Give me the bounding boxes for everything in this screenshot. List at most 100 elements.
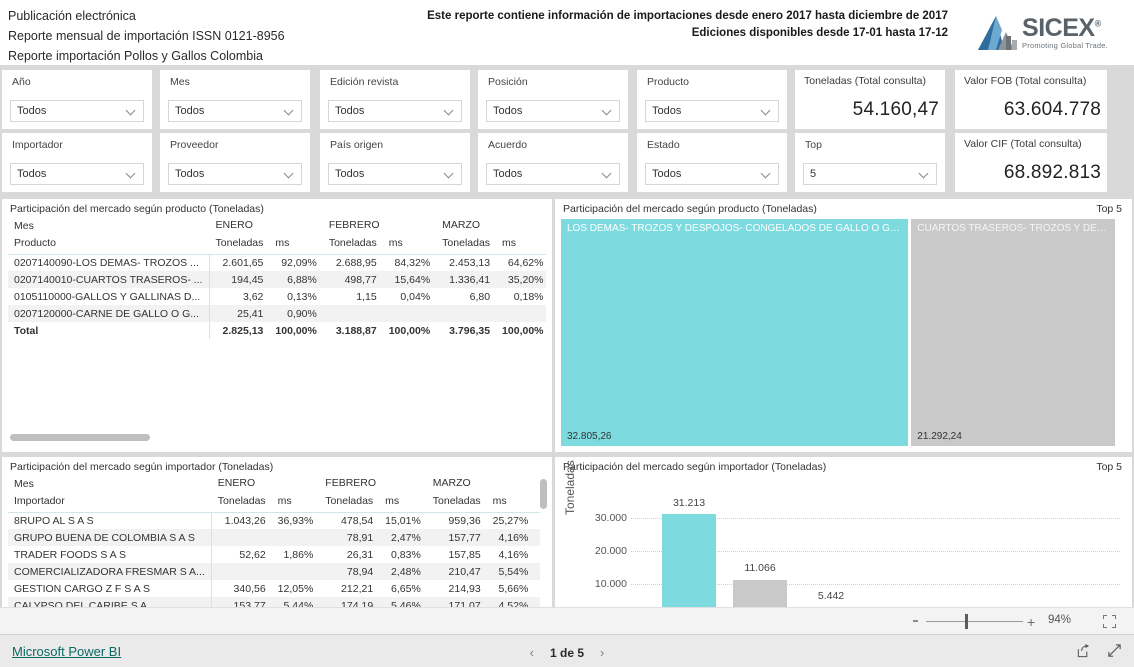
importer-name: TRADER FOODS S A S [8, 546, 212, 563]
product-name: 0207140010-CUARTOS TRASEROS- ... [8, 271, 210, 288]
fullscreen-icon[interactable] [1107, 643, 1122, 658]
importer-matrix-title: Participación del mercado según importad… [10, 461, 274, 473]
filter-dropdown-pais-origen[interactable]: Todos [328, 163, 462, 185]
treemap-node-label: LOS DEMAS- TROZOS Y DESPOJOS- CONGELADOS… [567, 223, 903, 234]
table-row[interactable]: GESTION CARGO Z F S A S 340,56 12,05% 21… [8, 580, 540, 597]
cell-value: 35,20% [496, 271, 546, 288]
product-name: 0207120000-CARNE DE GALLO O G... [8, 305, 210, 322]
share-icon[interactable] [1076, 643, 1091, 658]
treemap-node-los-demas[interactable]: LOS DEMAS- TROZOS Y DESPOJOS- CONGELADOS… [561, 219, 909, 446]
kpi-value-valor-cif: 68.892.813 [1003, 162, 1101, 183]
filter-tile-importador: Importador Todos [2, 133, 152, 192]
importer-name: GRUPO BUENA DE COLOMBIA S A S [8, 529, 212, 546]
table-row[interactable]: 0207120000-CARNE DE GALLO O G... 25,41 0… [8, 305, 546, 322]
importer-chart-top-label: Top 5 [1096, 461, 1122, 473]
col-ms-febrero: ms [388, 236, 403, 249]
cell-value: 1.043,26 [224, 514, 266, 527]
cell-value: 686,7 [534, 512, 540, 529]
col-toneladas-enero: Toneladas [217, 494, 266, 507]
zoom-in-button[interactable]: + [1027, 615, 1035, 629]
row-header-importador: Importador [14, 494, 65, 507]
cell-value: 473,3 [534, 529, 540, 546]
fit-to-page-icon[interactable] [1103, 615, 1116, 628]
cell-value: 25,41 [209, 305, 270, 322]
page-navigation: ‹ 1 de 5 › [0, 645, 1134, 660]
zoom-slider-thumb[interactable] [965, 614, 968, 629]
importer-name: 8RUPO AL S A S [8, 512, 212, 529]
filter-dropdown-posicion[interactable]: Todos [486, 100, 620, 122]
cell-value [382, 305, 437, 322]
filter-dropdown-producto[interactable]: Todos [645, 100, 779, 122]
product-matrix-table-area[interactable]: Mes ENERO FEBRERO MARZO ABRIL Producto T… [8, 217, 546, 339]
table-header-row-measures: Producto Toneladas ms Toneladas ms Tonel… [8, 234, 546, 251]
table-total-row: Total 2.825,13 100,00% 3.188,87 100,00% … [8, 322, 546, 339]
cell-value: 194,45 [209, 271, 270, 288]
product-matrix-title: Participación del mercado según producto… [10, 203, 264, 215]
zoom-out-button[interactable] [913, 620, 918, 622]
table-row[interactable]: 8RUPO AL S A S 1.043,26 36,93% 478,54 15… [8, 512, 540, 529]
filter-value-acuerdo: Todos [493, 168, 523, 180]
filter-dropdown-estado[interactable]: Todos [645, 163, 779, 185]
treemap-node-value: 21.292,24 [917, 431, 962, 442]
cell-value: 214,93 [448, 582, 481, 595]
filter-tile-acuerdo: Acuerdo Todos [478, 133, 628, 192]
filter-tile-edicion-revista: Edición revista Todos [320, 70, 470, 129]
cell-value [271, 563, 320, 580]
cell-value: 25,27% [492, 514, 529, 527]
cell-value: 157,85 [448, 548, 481, 561]
cell-value: 51,3 [534, 580, 540, 597]
cell-value: 12,05% [277, 582, 314, 595]
importer-matrix-vertical-scrollbar[interactable] [540, 479, 547, 509]
filter-tile-estado: Estado Todos [637, 133, 787, 192]
kpi-tile-valor-fob: Valor FOB (Total consulta) 63.604.778 [955, 70, 1107, 129]
table-row[interactable]: 0105110000-GALLOS Y GALLINAS D... 3,62 0… [8, 288, 546, 305]
cell-value: 155,5 [534, 546, 540, 563]
importer-chart-panel: Participación del mercado según importad… [555, 457, 1132, 609]
filter-value-pais-origen: Todos [335, 168, 365, 180]
sicex-tagline: Promoting Global Trade. [1022, 40, 1108, 50]
cell-value: 340,56 [233, 582, 266, 595]
filter-dropdown-mes[interactable]: Todos [168, 100, 302, 122]
table-row[interactable]: GRUPO BUENA DE COLOMBIA S A S 78,91 2,47… [8, 529, 540, 546]
cell-value: 92,09% [281, 256, 317, 269]
table-row[interactable]: COMERCIALIZADORA FRESMAR S A... 78,94 2,… [8, 563, 540, 580]
row-header-producto: Producto [14, 236, 57, 249]
cell-value: 5,66% [498, 582, 529, 595]
cell-value: 4,16% [498, 548, 529, 561]
filter-dropdown-edicion-revista[interactable]: Todos [328, 100, 462, 122]
total-value: 3.796,35 [449, 324, 491, 337]
filter-value-posicion: Todos [493, 105, 523, 117]
cell-value: 15,64% [382, 271, 437, 288]
filter-tile-top: Top 5 [795, 133, 945, 192]
bar-rupo-al[interactable] [662, 514, 716, 609]
cell-value: 2.688,95 [335, 256, 377, 269]
previous-page-button[interactable]: ‹ [530, 645, 534, 660]
sicex-wordmark: SICEX® [1022, 13, 1101, 42]
table-row[interactable]: TRADER FOODS S A S 52,62 1,86% 26,31 0,8… [8, 546, 540, 563]
table-row[interactable]: 0207140090-LOS DEMAS- TROZOS ... 2.601,6… [8, 254, 546, 271]
kpi-tile-toneladas: Toneladas (Total consulta) 54.160,47 [795, 70, 945, 129]
report-footer: Microsoft Power BI ‹ 1 de 5 › [0, 634, 1134, 667]
importer-matrix-table-area[interactable]: Mes ENERO FEBRERO MARZO ABRIL Importador… [8, 475, 540, 609]
next-page-button[interactable]: › [600, 645, 604, 660]
filter-dropdown-acuerdo[interactable]: Todos [486, 163, 620, 185]
cell-value [271, 529, 320, 546]
filter-tile-posicion: Posición Todos [478, 70, 628, 129]
filter-dropdown-importador[interactable]: Todos [10, 163, 144, 185]
filter-dropdown-top[interactable]: 5 [803, 163, 937, 185]
table-row[interactable]: 0207140010-CUARTOS TRASEROS- ... 194,45 … [8, 271, 546, 288]
bar-grupo-buena[interactable] [733, 580, 787, 609]
chevron-down-icon [920, 169, 930, 179]
product-matrix-horizontal-scrollbar[interactable] [10, 434, 150, 441]
filter-dropdown-proveedor[interactable]: Todos [168, 163, 302, 185]
cell-value: 478,54 [341, 514, 374, 527]
chevron-down-icon [285, 106, 295, 116]
zoom-slider-track[interactable] [926, 621, 1023, 622]
col-ms-marzo: ms [502, 236, 517, 249]
treemap-node-cuartos-traseros[interactable]: CUARTOS TRASEROS- TROZOS Y DESPOJOS... 2… [911, 219, 1115, 446]
product-matrix-table: Mes ENERO FEBRERO MARZO ABRIL Producto T… [8, 217, 546, 339]
cell-value: 959,36 [448, 514, 481, 527]
filter-dropdown-ano[interactable]: Todos [10, 100, 144, 122]
filter-label-mes: Mes [170, 76, 190, 88]
header-line-2: Reporte mensual de importación ISSN 0121… [8, 29, 285, 43]
